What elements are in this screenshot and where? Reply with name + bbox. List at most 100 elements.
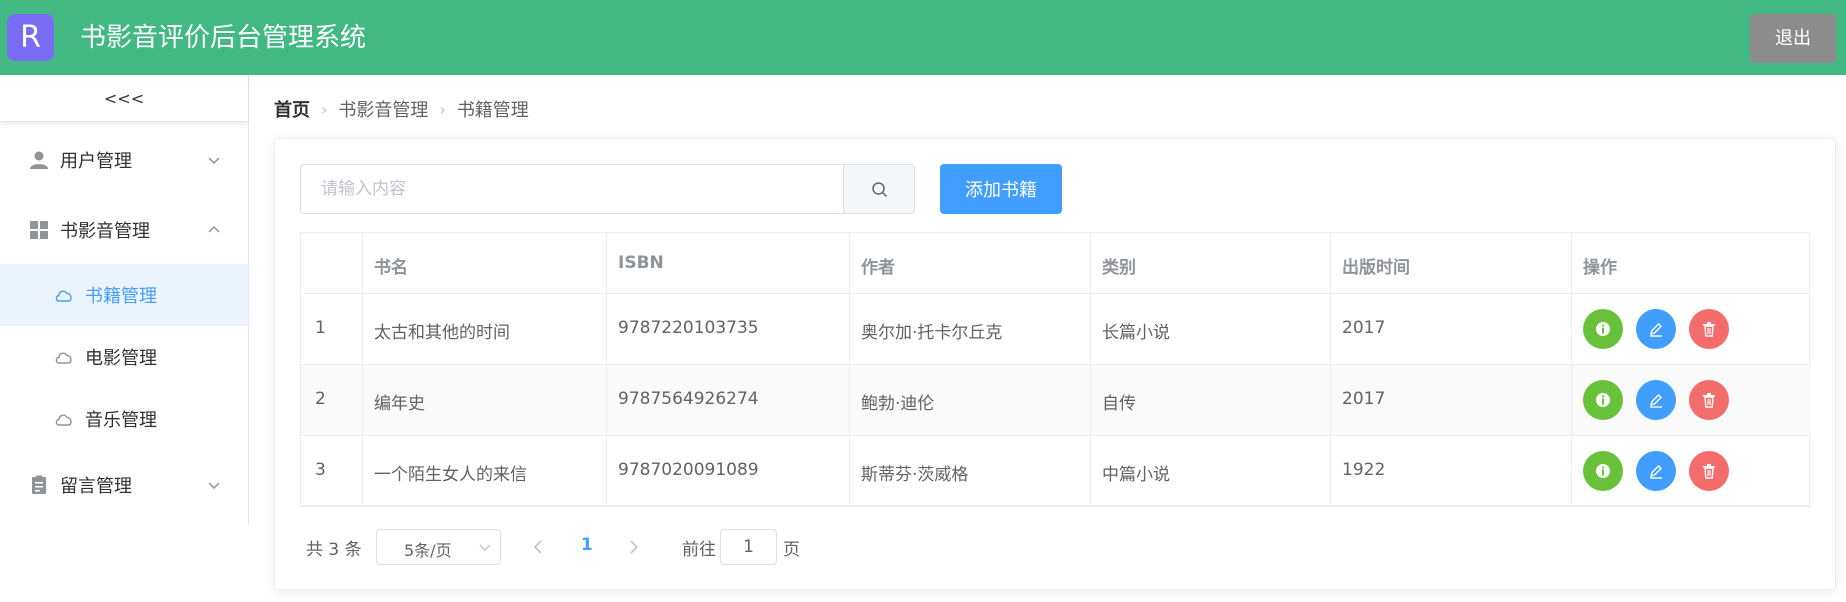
search-input[interactable]: [300, 164, 843, 214]
column-divider: [1330, 233, 1331, 507]
grid-icon: [30, 221, 48, 239]
sidebar-item-user-management[interactable]: 用户管理: [0, 129, 248, 191]
books-table: 书名 ISBN 作者 类别 出版时间 操作 1 太古和其他的时间 9787220…: [300, 232, 1811, 507]
pagination-total: 共 3 条: [306, 540, 362, 560]
logout-button[interactable]: 退出: [1750, 14, 1836, 63]
search-icon: [872, 182, 888, 198]
goto-suffix: 页: [783, 540, 800, 560]
delete-button[interactable]: [1689, 451, 1729, 491]
user-icon: [30, 151, 48, 169]
column-divider: [1090, 233, 1091, 507]
row-title: 一个陌生女人的来信: [374, 465, 527, 485]
breadcrumb-books: 书籍管理: [456, 100, 529, 121]
edit-icon: [1649, 323, 1662, 337]
breadcrumb: 首页 › 书影音管理 › 书籍管理: [274, 96, 529, 122]
chevron-down-icon: [479, 544, 491, 551]
next-page-icon[interactable]: [628, 539, 640, 555]
delete-button[interactable]: [1689, 309, 1729, 349]
row-isbn: 9787020091089: [618, 460, 759, 480]
page-size-select[interactable]: 5条/页: [376, 529, 501, 565]
sidebar-item-label: 电影管理: [85, 348, 157, 369]
search-button[interactable]: [843, 164, 915, 214]
row-year: 2017: [1342, 318, 1386, 338]
row-isbn: 9787564926274: [618, 389, 759, 409]
info-button[interactable]: [1583, 451, 1623, 491]
info-icon: [1596, 393, 1610, 407]
cloud-icon: [55, 352, 72, 364]
app-title: 书影音评价后台管理系统: [80, 23, 367, 53]
delete-button[interactable]: [1689, 380, 1729, 420]
column-divider: [606, 233, 607, 507]
column-divider: [849, 233, 850, 507]
edit-icon: [1649, 394, 1662, 408]
row-author: 斯蒂芬·茨威格: [861, 465, 969, 485]
edit-button[interactable]: [1636, 380, 1676, 420]
goto-page-input[interactable]: [720, 529, 777, 565]
sidebar-item-books[interactable]: 书籍管理: [0, 264, 248, 326]
chevron-down-icon: [208, 482, 220, 490]
info-icon: [1596, 322, 1610, 336]
row-index: 2: [315, 389, 326, 409]
sidebar-collapse-button[interactable]: <<<: [0, 75, 248, 122]
sidebar-item-media-management[interactable]: 书影音管理: [0, 199, 248, 261]
delete-icon: [1703, 393, 1715, 408]
column-divider: [362, 233, 363, 507]
row-category: 自传: [1102, 394, 1136, 414]
row-year: 1922: [1342, 460, 1386, 480]
table-row: 3 一个陌生女人的来信 9787020091089 斯蒂芬·茨威格 中篇小说 1…: [301, 436, 1811, 507]
prev-page-icon[interactable]: [532, 539, 544, 555]
row-index: 3: [315, 460, 326, 480]
table-header-cell: 作者: [861, 258, 895, 278]
chevron-right-icon: ›: [321, 99, 328, 119]
row-title: 编年史: [374, 394, 425, 414]
row-title: 太古和其他的时间: [374, 323, 510, 343]
table-header-cell: 操作: [1583, 258, 1617, 278]
info-button[interactable]: [1583, 309, 1623, 349]
info-button[interactable]: [1583, 380, 1623, 420]
row-category: 长篇小说: [1102, 323, 1170, 343]
page-size-value: 5条/页: [404, 541, 452, 560]
sidebar-item-label: 留言管理: [60, 476, 132, 497]
table-header-cell: 出版时间: [1342, 258, 1410, 278]
table-header-row: 书名 ISBN 作者 类别 出版时间 操作: [301, 233, 1811, 294]
add-book-button[interactable]: 添加书籍: [940, 164, 1062, 214]
page-number-current[interactable]: 1: [581, 535, 593, 555]
row-isbn: 9787220103735: [618, 318, 759, 338]
breadcrumb-media[interactable]: 书影音管理: [338, 96, 428, 122]
sidebar-item-movies[interactable]: 电影管理: [0, 326, 248, 388]
delete-icon: [1703, 464, 1715, 479]
delete-icon: [1703, 322, 1715, 337]
row-index: 1: [315, 318, 326, 338]
row-category: 中篇小说: [1102, 465, 1170, 485]
chevron-right-icon: ›: [439, 99, 446, 119]
table-header-cell: ISBN: [618, 253, 664, 273]
goto-prefix: 前往: [682, 540, 716, 560]
breadcrumb-home[interactable]: 首页: [274, 96, 310, 122]
edit-icon: [1649, 465, 1662, 479]
edit-button[interactable]: [1636, 451, 1676, 491]
sidebar-item-music[interactable]: 音乐管理: [0, 388, 248, 450]
app-logo: R: [7, 14, 54, 61]
table-row: 1 太古和其他的时间 9787220103735 奥尔加·托卡尔丘克 长篇小说 …: [301, 294, 1811, 365]
cloud-icon: [55, 290, 72, 302]
table-header-cell: 类别: [1102, 258, 1136, 278]
sidebar-item-label: 音乐管理: [85, 410, 157, 431]
sidebar-item-label: 书籍管理: [85, 286, 157, 307]
cloud-icon: [55, 414, 72, 426]
row-author: 鲍勃·迪伦: [861, 394, 935, 414]
info-icon: [1596, 464, 1610, 478]
chevron-down-icon: [208, 157, 220, 165]
table-row: 2 编年史 9787564926274 鲍勃·迪伦 自传 2017: [301, 365, 1811, 436]
sidebar: <<< 用户管理 书影音管理 书籍管理 电影管理 音乐管理 留言管理: [0, 75, 249, 525]
table-header-cell: 书名: [374, 258, 408, 278]
column-divider: [1571, 233, 1572, 507]
sidebar-item-label: 书影音管理: [60, 221, 150, 242]
clipboard-icon: [32, 475, 46, 494]
row-author: 奥尔加·托卡尔丘克: [861, 323, 1003, 343]
edit-button[interactable]: [1636, 309, 1676, 349]
sidebar-item-label: 用户管理: [60, 151, 132, 172]
chevron-up-icon: [208, 225, 220, 233]
top-header: R 书影音评价后台管理系统 退出: [0, 0, 1846, 75]
sidebar-item-comments[interactable]: 留言管理: [0, 454, 248, 516]
row-year: 2017: [1342, 389, 1386, 409]
